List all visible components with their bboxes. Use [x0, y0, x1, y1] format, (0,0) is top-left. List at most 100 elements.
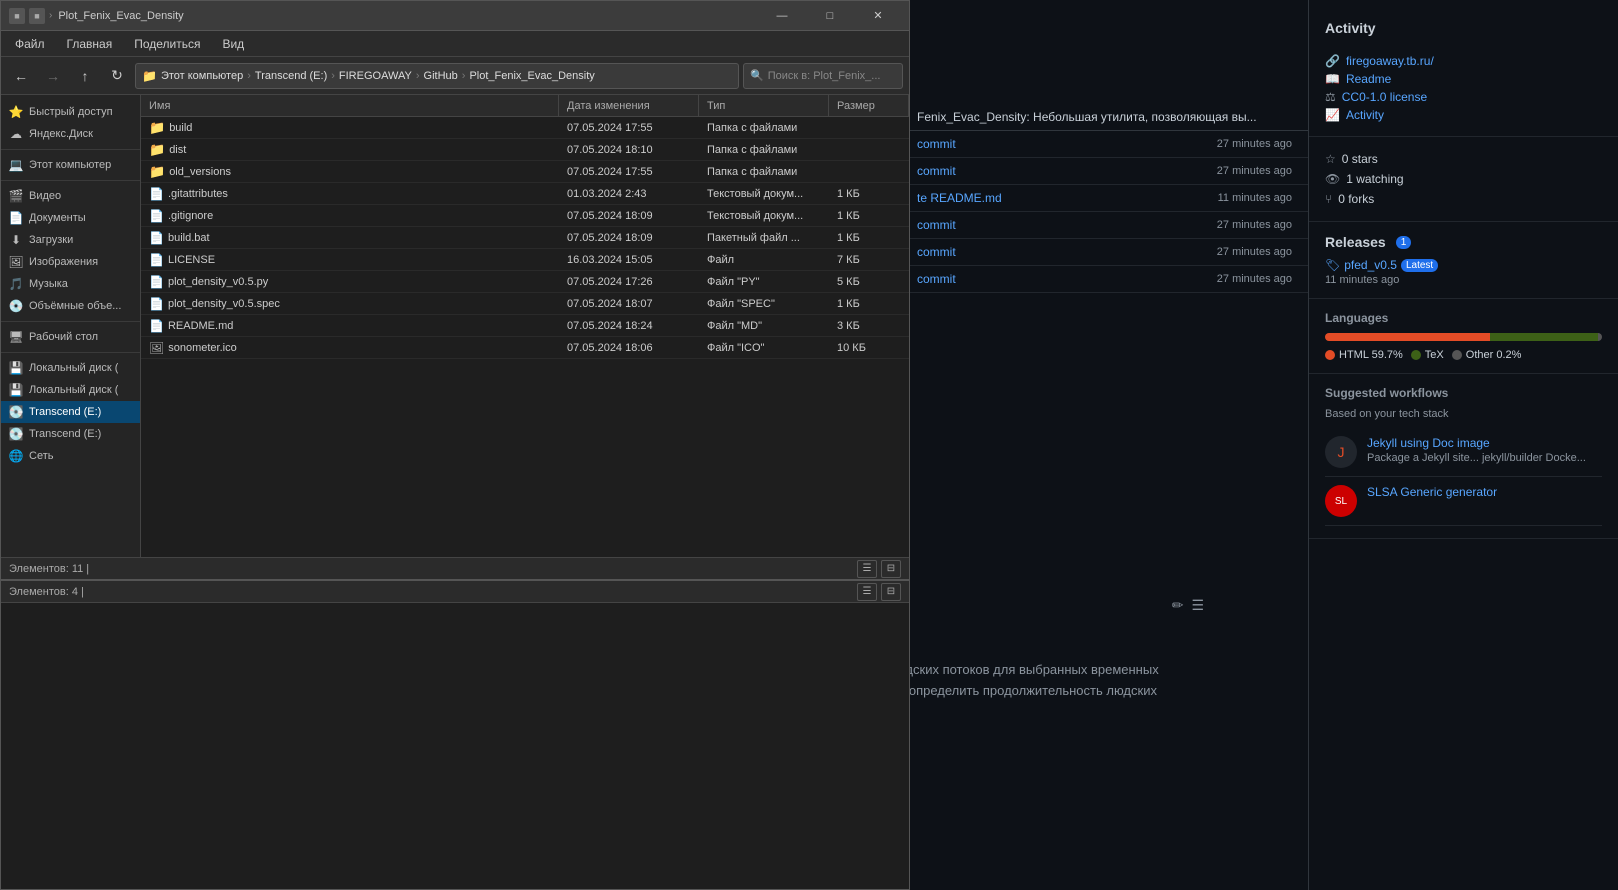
sidebar-item-14[interactable]: 🌐Сеть: [1, 445, 140, 467]
file-row-10[interactable]: 🖼sonometer.ico 07.05.2024 18:06 Файл "IC…: [141, 337, 909, 359]
sidebar-label-4: Документы: [29, 212, 86, 224]
sidebar-item-1[interactable]: ☁Яндекс.Диск: [1, 123, 140, 145]
commit-msg-3[interactable]: commit: [917, 218, 956, 232]
commit-msg-4[interactable]: commit: [917, 245, 956, 259]
sidebar-item-5[interactable]: ⬇Загрузки: [1, 229, 140, 251]
list-icon[interactable]: ☰: [1191, 597, 1204, 614]
minimize-button[interactable]: —: [759, 1, 805, 31]
sidebar-item-11[interactable]: 💾Локальный диск (: [1, 379, 140, 401]
address-part-0[interactable]: Этот компьютер: [161, 70, 243, 82]
address-bar[interactable]: 📁 Этот компьютер›Transcend (E:)›FIREGOAW…: [135, 63, 739, 89]
sidebar-item-6[interactable]: 🖼Изображения: [1, 251, 140, 273]
menu-item-вид[interactable]: Вид: [212, 34, 254, 54]
readme-label: Readme: [1346, 72, 1391, 86]
file-row-2[interactable]: 📁old_versions 07.05.2024 17:55 Папка с ф…: [141, 161, 909, 183]
workflow1-card: J Jekyll using Doc image Package a Jekyl…: [1325, 428, 1602, 477]
file-name-10: 🖼sonometer.ico: [141, 341, 559, 355]
sidebar-item-2[interactable]: 💻Этот компьютер: [1, 154, 140, 176]
stars-stat[interactable]: ☆ 0 stars: [1325, 149, 1602, 169]
address-part-3[interactable]: GitHub: [424, 70, 458, 82]
detail-view-btn[interactable]: ⊟: [881, 560, 901, 578]
license-link[interactable]: ⚖ CC0-1.0 license: [1325, 88, 1602, 106]
commit-msg-2[interactable]: te README.md: [917, 191, 1002, 205]
col-name-header[interactable]: Имя: [141, 95, 559, 116]
file-row-6[interactable]: 📄LICENSE 16.03.2024 15:05 Файл 7 КБ: [141, 249, 909, 271]
fork-icon: ⑂: [1325, 192, 1332, 206]
search-bar[interactable]: 🔍 Поиск в: Plot_Fenix_...: [743, 63, 903, 89]
activity-link[interactable]: 📈 Activity: [1325, 106, 1602, 124]
address-part-1[interactable]: Transcend (E:): [255, 70, 327, 82]
address-part-2[interactable]: FIREGOAWAY: [339, 70, 412, 82]
workflow1-title[interactable]: Jekyll using Doc image: [1367, 436, 1586, 450]
sidebar-item-12[interactable]: 💽Transcend (E:): [1, 401, 140, 423]
commit-msg-0[interactable]: commit: [917, 137, 956, 151]
col-size-header[interactable]: Размер: [829, 95, 909, 116]
sidebar-label-13: Transcend (E:): [29, 428, 101, 440]
col-type-header[interactable]: Тип: [699, 95, 829, 116]
forward-button[interactable]: →: [39, 62, 67, 90]
sidebar-item-0[interactable]: ⭐Быстрый доступ: [1, 101, 140, 123]
list-view-btn[interactable]: ☰: [857, 560, 877, 578]
commit-msg-1[interactable]: commit: [917, 164, 956, 178]
sidebar-icon-11: 💾: [9, 383, 23, 397]
workflow1-icon: J: [1325, 436, 1357, 468]
sidebar-item-3[interactable]: 🎬Видео: [1, 185, 140, 207]
lower-list-btn[interactable]: ☰: [857, 583, 877, 601]
html-label: HTML 59.7%: [1339, 349, 1403, 361]
watching-stat[interactable]: 👁 1 watching: [1325, 169, 1602, 189]
explorer-top: ■ ■ › Plot_Fenix_Evac_Density — □ ✕ Файл…: [0, 0, 910, 580]
status-bar-top: Элементов: 11 | ☰ ⊟: [1, 557, 909, 579]
release-tag-name: pfed_v0.5: [1344, 258, 1397, 272]
sidebar-label-12: Transcend (E:): [29, 406, 101, 418]
file-row-1[interactable]: 📁dist 07.05.2024 18:10 Папка с файлами: [141, 139, 909, 161]
website-link[interactable]: 🔗 firegoaway.tb.ru/: [1325, 52, 1602, 70]
commit-time-0: 27 minutes ago: [1217, 138, 1292, 150]
release-tag-row[interactable]: 🏷 pfed_v0.5 Latest: [1325, 258, 1602, 272]
file-row-9[interactable]: 📄README.md 07.05.2024 18:24 Файл "MD" 3 …: [141, 315, 909, 337]
readme-link[interactable]: 📖 Readme: [1325, 70, 1602, 88]
file-date-5: 07.05.2024 18:09: [559, 232, 699, 244]
folder-icon: 📁: [149, 164, 165, 180]
file-row-5[interactable]: 📄build.bat 07.05.2024 18:09 Пакетный фай…: [141, 227, 909, 249]
status-text-bottom: Элементов: 4 |: [9, 586, 84, 598]
workflow2-title[interactable]: SLSA Generic generator: [1367, 485, 1497, 499]
sidebar-item-8[interactable]: 💿Объёмные объе...: [1, 295, 140, 317]
other-label: Other 0.2%: [1466, 349, 1522, 361]
maximize-button[interactable]: □: [807, 1, 853, 31]
file-row-3[interactable]: 📄.gitattributes 01.03.2024 2:43 Текстовы…: [141, 183, 909, 205]
release-time: 11 minutes ago: [1325, 274, 1602, 286]
book-icon: 📖: [1325, 72, 1340, 86]
forks-stat[interactable]: ⑂ 0 forks: [1325, 189, 1602, 209]
file-date-3: 01.03.2024 2:43: [559, 188, 699, 200]
lang-other-bar: [1598, 333, 1602, 341]
col-date-header[interactable]: Дата изменения: [559, 95, 699, 116]
lang-legend: HTML 59.7% TeX Other 0.2%: [1325, 349, 1602, 361]
sidebar-icon-2: 💻: [9, 158, 23, 172]
sidebar-item-7[interactable]: 🎵Музыка: [1, 273, 140, 295]
close-button[interactable]: ✕: [855, 1, 901, 31]
menu-item-главная[interactable]: Главная: [57, 34, 123, 54]
up-button[interactable]: ↑: [71, 62, 99, 90]
file-row-0[interactable]: 📁build 07.05.2024 17:55 Папка с файлами: [141, 117, 909, 139]
refresh-button[interactable]: ↻: [103, 62, 131, 90]
sidebar-item-10[interactable]: 💾Локальный диск (: [1, 357, 140, 379]
edit-icon[interactable]: ✏: [1172, 597, 1184, 614]
sidebar-item-9[interactable]: 🖥Рабочий стол: [1, 326, 140, 348]
file-date-8: 07.05.2024 18:07: [559, 298, 699, 310]
file-row-7[interactable]: 📄plot_density_v0.5.py 07.05.2024 17:26 Ф…: [141, 271, 909, 293]
commit-msg-5[interactable]: commit: [917, 272, 956, 286]
lower-detail-btn[interactable]: ⊟: [881, 583, 901, 601]
sidebar-label-8: Объёмные объе...: [29, 300, 121, 312]
sidebar-icon-13: 💽: [9, 427, 23, 441]
file-type-2: Папка с файлами: [699, 166, 829, 178]
file-row-8[interactable]: 📄plot_density_v0.5.spec 07.05.2024 18:07…: [141, 293, 909, 315]
menu-item-файл[interactable]: Файл: [5, 34, 55, 54]
sidebar-item-13[interactable]: 💽 Transcend (E:): [1, 423, 140, 445]
menu-item-поделиться[interactable]: Поделиться: [124, 34, 210, 54]
commit-time-5: 27 minutes ago: [1217, 273, 1292, 285]
sidebar-item-4[interactable]: 📄Документы: [1, 207, 140, 229]
scale-icon: ⚖: [1325, 90, 1336, 104]
file-row-4[interactable]: 📄.gitignore 07.05.2024 18:09 Текстовый д…: [141, 205, 909, 227]
back-button[interactable]: ←: [7, 62, 35, 90]
address-part-4[interactable]: Plot_Fenix_Evac_Density: [469, 70, 594, 82]
